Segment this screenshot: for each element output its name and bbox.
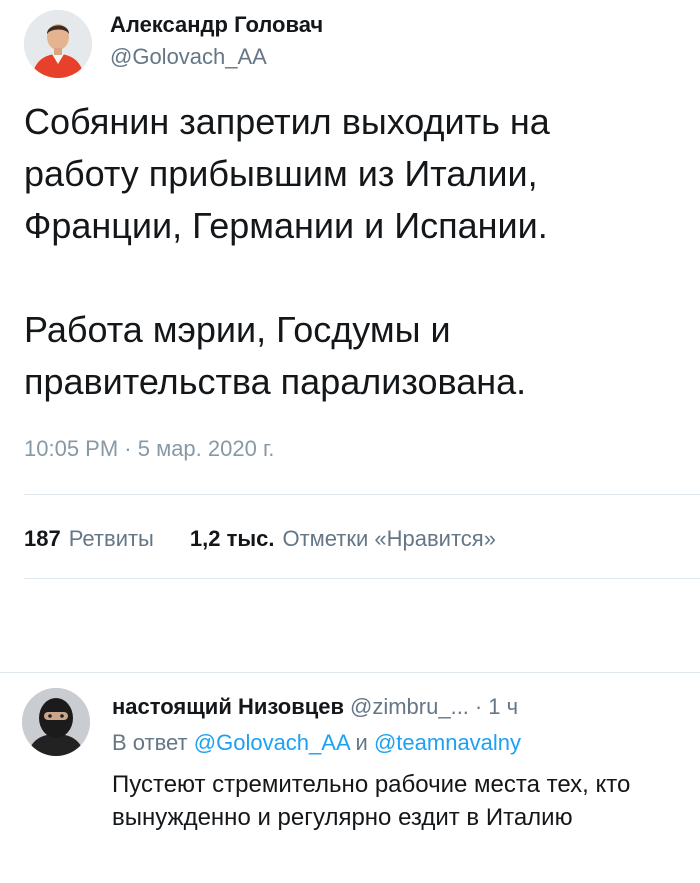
reply-body: Пустеют стремительно рабочие места тех, … <box>112 771 631 831</box>
tweet-paragraph: Работа мэрии, Госдумы и правительства па… <box>24 309 527 402</box>
mention-link[interactable]: @teamnavalny <box>374 730 521 755</box>
reply-context: В ответ @Golovach_AA и @teamnavalny <box>112 730 521 756</box>
mention-link[interactable]: @Golovach_AA <box>194 730 350 755</box>
tweet-paragraph: Собянин запретил выходить на работу приб… <box>24 101 550 246</box>
retweets-label: Ретвиты <box>68 526 154 551</box>
tweet-timestamp[interactable]: 10:05 PM · 5 мар. 2020 г. <box>24 436 274 462</box>
reply-time[interactable]: 1 ч <box>488 694 518 719</box>
reply-to-joiner: и <box>355 730 368 755</box>
likes-label: Отметки «Нравится» <box>282 526 496 551</box>
reply-header: настоящий Низовцев @zimbru_... · 1 ч <box>112 694 518 720</box>
reply-to-prefix: В ответ <box>112 730 188 755</box>
tweet-body: Собянин запретил выходить на работу приб… <box>24 96 684 408</box>
reply-tweet[interactable]: настоящий Низовцев @zimbru_... · 1 ч В отве… <box>0 672 700 883</box>
divider <box>24 494 700 495</box>
divider <box>24 578 700 579</box>
author-handle[interactable]: @Golovach_AA <box>110 44 267 70</box>
retweets-stat[interactable]: 187 Ретвиты <box>24 526 154 552</box>
likes-stat[interactable]: 1,2 тыс. Отметки «Нравится» <box>190 526 496 552</box>
reply-author-handle[interactable]: @zimbru_... <box>350 694 469 719</box>
tweet-stats: 187 Ретвиты 1,2 тыс. Отметки «Нравится» <box>24 526 496 552</box>
reply-author-name[interactable]: настоящий Низовцев <box>112 694 344 719</box>
person-avatar-image <box>24 10 92 78</box>
reply-avatar[interactable] <box>22 688 90 756</box>
tweet-author[interactable]: Александр Головач @Golovach_AA <box>24 10 684 80</box>
reply-separator: · <box>474 694 483 719</box>
masked-person-avatar-image <box>22 688 90 756</box>
retweets-count: 187 <box>24 526 61 551</box>
likes-count: 1,2 тыс. <box>189 526 275 551</box>
author-avatar[interactable] <box>24 10 92 78</box>
author-name[interactable]: Александр Головач <box>110 12 323 38</box>
